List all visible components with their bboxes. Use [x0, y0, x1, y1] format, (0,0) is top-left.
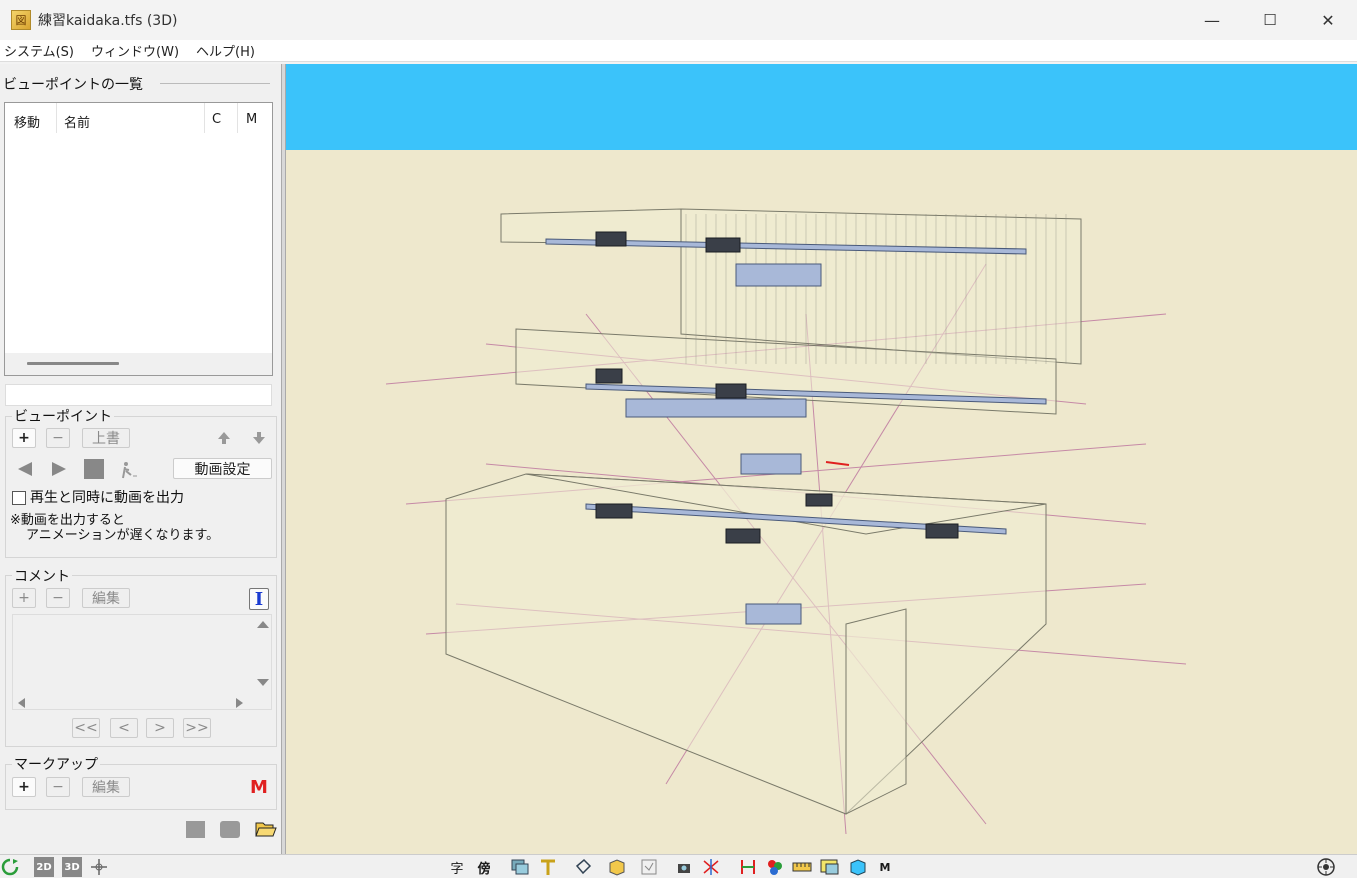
arrow-up-icon[interactable] [214, 428, 234, 448]
screenshot-icon[interactable] [820, 857, 840, 877]
building-model [385, 208, 1187, 835]
measure-tag-icon[interactable] [573, 857, 593, 877]
save-icon[interactable] [186, 821, 205, 838]
menu-system[interactable]: システム(S) [0, 41, 79, 60]
grid-axis-icon[interactable] [701, 857, 721, 877]
add-markup-button[interactable]: + [12, 777, 36, 797]
title-bar: 図 練習kaidaka.tfs (3D) — ☐ ✕ [0, 0, 1357, 40]
markup-group-label: マークアップ [12, 754, 100, 774]
arrow-down-icon[interactable] [249, 428, 269, 448]
add-comment-button[interactable]: + [12, 588, 36, 608]
text-display-icon[interactable]: 字 [447, 857, 467, 877]
text-cursor-icon[interactable]: I [249, 588, 269, 610]
box-icon[interactable] [607, 857, 627, 877]
remove-markup-button[interactable]: − [46, 777, 70, 797]
play-back-icon[interactable] [14, 458, 36, 480]
video-settings-button[interactable]: 動画設定 [173, 458, 272, 479]
section-plane-icon[interactable] [538, 857, 558, 877]
video-note-line1: ※動画を出力すると [10, 513, 125, 528]
column-separator [56, 103, 57, 133]
status-bar: 2D 3D 字 傍 M [0, 854, 1357, 878]
comment-prev-button[interactable]: < [110, 718, 138, 738]
comment-first-button[interactable]: << [72, 718, 100, 738]
column-m[interactable]: M [246, 112, 257, 127]
crosshair-icon[interactable] [89, 857, 109, 877]
play-icon[interactable] [48, 458, 70, 480]
comment-last-button[interactable]: >> [183, 718, 211, 738]
annotation-icon[interactable]: 傍 [474, 857, 494, 877]
remove-comment-button[interactable]: − [46, 588, 70, 608]
3d-viewport[interactable] [286, 64, 1357, 854]
ruler-icon[interactable] [792, 857, 812, 877]
app-icon: 図 [11, 10, 31, 30]
navigation-wheel-icon[interactable] [1316, 857, 1336, 877]
remove-viewpoint-button[interactable]: − [46, 428, 70, 448]
column-separator [237, 103, 238, 133]
viewpoint-list[interactable]: 移動 名前 C M [4, 102, 273, 376]
scroll-down-icon[interactable] [257, 679, 269, 686]
walk-icon[interactable] [118, 459, 140, 481]
cube-view-icon[interactable] [848, 857, 868, 877]
output-video-checkbox[interactable] [12, 491, 26, 505]
add-viewpoint-button[interactable]: + [12, 428, 36, 448]
layers-icon[interactable] [510, 857, 530, 877]
dimension-icon[interactable] [738, 857, 758, 877]
edit-markup-button[interactable]: 編集 [82, 777, 130, 797]
output-video-label: 再生と同時に動画を出力 [30, 490, 184, 506]
folder-open-icon[interactable] [255, 820, 277, 838]
maximize-button[interactable]: ☐ [1241, 0, 1299, 40]
color-palette-icon[interactable] [765, 857, 785, 877]
menu-window[interactable]: ウィンドウ(W) [87, 41, 184, 60]
scroll-left-icon[interactable] [18, 698, 25, 708]
title-divider [160, 83, 270, 84]
refresh-icon[interactable] [0, 857, 20, 877]
menu-bar: システム(S) ウィンドウ(W) ヘルプ(H) [0, 40, 1357, 62]
scroll-up-icon[interactable] [257, 621, 269, 628]
column-separator [204, 103, 205, 133]
close-button[interactable]: ✕ [1299, 0, 1357, 40]
edit-comment-button[interactable]: 編集 [82, 588, 130, 608]
window-edge [1357, 0, 1367, 878]
viewpoint-group-label: ビューポイント [12, 406, 114, 426]
left-panel: ビューポイントの一覧 移動 名前 C M ビューポイント + − 上書 動画設定… [0, 64, 281, 854]
menu-help[interactable]: ヘルプ(H) [192, 41, 260, 60]
column-name[interactable]: 名前 [64, 112, 90, 131]
comment-group-label: コメント [12, 566, 72, 586]
column-move[interactable]: 移動 [14, 112, 40, 131]
video-note-line2: アニメーションが遅くなります。 [26, 528, 220, 543]
viewpoint-list-header: 移動 名前 C M [5, 103, 272, 137]
marker-icon[interactable]: M [875, 857, 895, 877]
viewpoint-list-title: ビューポイントの一覧 [3, 77, 143, 93]
window-title: 練習kaidaka.tfs (3D) [38, 13, 178, 29]
minimize-button[interactable]: — [1183, 0, 1241, 40]
comment-next-button[interactable]: > [146, 718, 174, 738]
comment-text-area[interactable] [12, 614, 272, 710]
scroll-right-icon[interactable] [236, 698, 243, 708]
viewpoint-name-input[interactable] [5, 384, 272, 406]
overwrite-viewpoint-button[interactable]: 上書 [82, 428, 130, 448]
clip-box-icon[interactable] [639, 857, 659, 877]
column-c[interactable]: C [212, 112, 221, 127]
view-2d-button[interactable]: 2D [34, 857, 54, 877]
horizontal-scroll-thumb[interactable] [27, 362, 119, 365]
camera-icon[interactable] [675, 857, 695, 877]
view-3d-button[interactable]: 3D [62, 857, 82, 877]
document-icon[interactable] [220, 821, 240, 838]
stop-icon[interactable] [83, 458, 105, 480]
markup-m-icon[interactable]: M [249, 777, 269, 798]
